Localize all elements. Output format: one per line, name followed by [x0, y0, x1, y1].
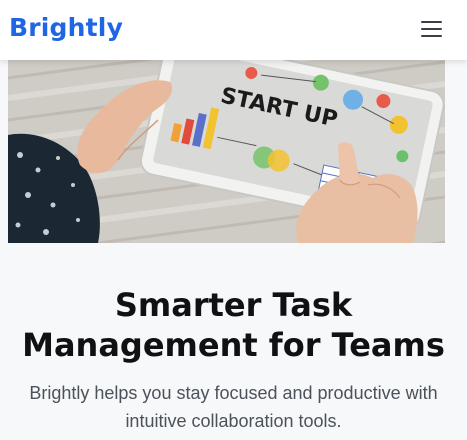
hero-subtext: Brightly helps you stay focused and prod… [29, 383, 438, 431]
top-navbar: Brightly [0, 0, 467, 60]
hero-headline: Smarter Task Management for Teams [22, 286, 445, 364]
hamburger-menu-icon[interactable] [416, 14, 446, 44]
brand-logo-link[interactable]: Brightly [9, 13, 123, 42]
hero-image: START UP [8, 60, 445, 243]
hero-section: Smarter Task Management for Teams Bright… [0, 285, 467, 435]
